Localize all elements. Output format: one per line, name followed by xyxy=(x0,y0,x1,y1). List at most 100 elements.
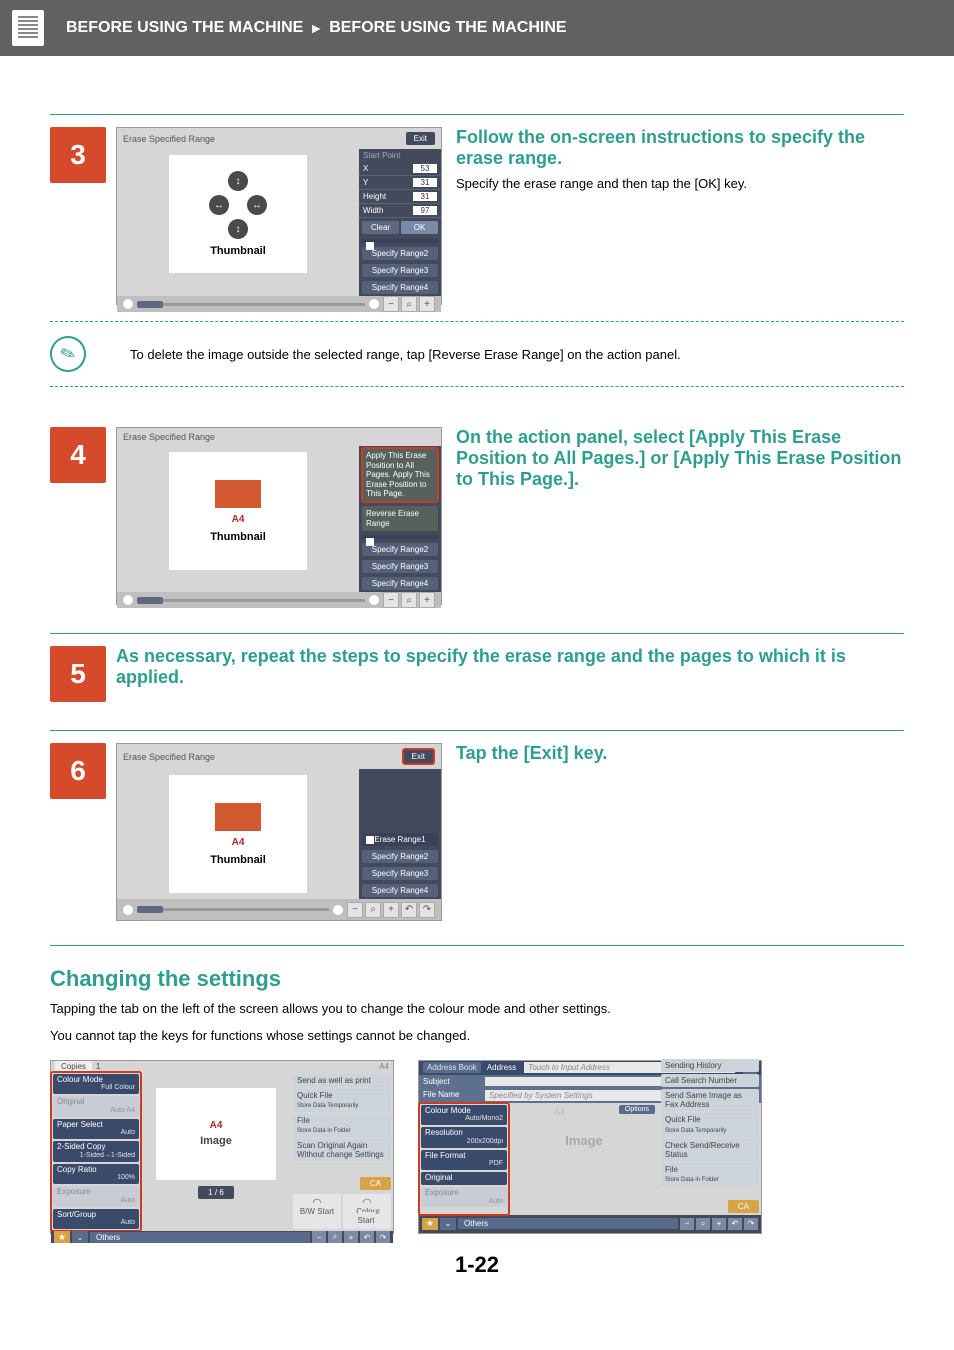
redo-button[interactable]: ↷ xyxy=(419,902,435,918)
redo-button[interactable]: ↷ xyxy=(744,1218,758,1230)
undo-button[interactable]: ↶ xyxy=(401,902,417,918)
others-button[interactable]: Others xyxy=(458,1218,678,1229)
specify-range3[interactable]: Specify Range3 xyxy=(362,560,438,573)
filename-label: File Name xyxy=(423,1090,481,1101)
step-number: 3 xyxy=(50,127,106,183)
step-title: Follow the on-screen instructions to spe… xyxy=(456,127,904,169)
nav-prev-icon[interactable] xyxy=(123,905,133,915)
x-value[interactable]: 53 xyxy=(413,164,437,173)
copies-tab[interactable]: Copies xyxy=(55,1061,92,1072)
ca-button[interactable]: CA xyxy=(728,1200,759,1213)
zoom-out-button[interactable]: − xyxy=(312,1231,326,1243)
specify-range3[interactable]: Specify Range3 xyxy=(362,264,438,277)
exit-button[interactable]: Exit xyxy=(402,748,435,765)
specify-range2[interactable]: Specify Range2 xyxy=(362,850,438,863)
height-label: Height xyxy=(363,192,386,201)
others-button[interactable]: Others xyxy=(90,1232,310,1243)
colour-mode-item[interactable]: Colour ModeAuto/Mono2 xyxy=(421,1105,507,1125)
specify-range1[interactable] xyxy=(362,239,438,243)
zoom-in-button[interactable]: + xyxy=(419,296,435,312)
send-same-image[interactable]: Send Same Image as Fax Address xyxy=(661,1089,759,1111)
width-value[interactable]: 97 xyxy=(413,206,437,215)
original-item[interactable]: Original xyxy=(421,1172,507,1185)
thumbnail-label: Thumbnail xyxy=(210,531,266,543)
page-slider[interactable] xyxy=(137,908,329,911)
send-as-print[interactable]: Send as well as print xyxy=(293,1074,391,1087)
scan-again[interactable]: Scan Original Again Without change Setti… xyxy=(293,1139,391,1161)
specify-range1[interactable] xyxy=(362,535,438,539)
step-3: 3 Erase Specified Range Exit ↕ ↔↔ xyxy=(50,114,904,305)
apply-erase-action[interactable]: Apply This Erase Position to All Pages. … xyxy=(362,448,438,502)
zoom-icon[interactable]: ⌕ xyxy=(328,1231,342,1243)
height-value[interactable]: 31 xyxy=(413,192,437,201)
screenshot-step6: Erase Specified Range Exit A4 Thumbnail xyxy=(116,743,442,921)
zoom-in-button[interactable]: + xyxy=(383,902,399,918)
screenshot-scan-settings: Address Book Address Touch to Input Addr… xyxy=(418,1060,762,1234)
file-store[interactable]: FileStore Data in Folder xyxy=(293,1114,391,1137)
paper-select-item[interactable]: Paper SelectAuto xyxy=(53,1119,139,1139)
specify-range4[interactable]: Specify Range4 xyxy=(362,884,438,897)
y-value[interactable]: 31 xyxy=(413,178,437,187)
copy-ratio-item[interactable]: Copy Ratio100% xyxy=(53,1164,139,1184)
shot-title: Erase Specified Range xyxy=(123,432,215,442)
zoom-icon[interactable]: ⌕ xyxy=(365,902,381,918)
specify-range4[interactable]: Specify Range4 xyxy=(362,281,438,294)
specify-range4[interactable]: Specify Range4 xyxy=(362,577,438,590)
zoom-out-button[interactable]: − xyxy=(347,902,363,918)
resolution-item[interactable]: Resolution200x200dpi xyxy=(421,1127,507,1147)
nav-prev-icon[interactable] xyxy=(123,595,133,605)
ca-button[interactable]: CA xyxy=(360,1177,391,1190)
zoom-out-button[interactable]: − xyxy=(383,592,399,608)
options-button[interactable]: Options xyxy=(619,1105,655,1114)
nav-next-icon[interactable] xyxy=(369,595,379,605)
zoom-out-button[interactable]: − xyxy=(383,296,399,312)
zoom-icon[interactable]: ⌕ xyxy=(401,296,417,312)
file-store[interactable]: FileStore Data in Folder xyxy=(661,1163,759,1186)
quick-file[interactable]: Quick FileStore Data Temporarily xyxy=(661,1113,759,1136)
specify-range3[interactable]: Specify Range3 xyxy=(362,867,438,880)
original-item: OriginalAuto A4 xyxy=(53,1096,139,1116)
nav-next-icon[interactable] xyxy=(333,905,343,915)
undo-button[interactable]: ↶ xyxy=(728,1218,742,1230)
undo-button[interactable]: ↶ xyxy=(360,1231,374,1243)
ok-button[interactable]: OK xyxy=(401,221,438,234)
exposure-item: ExposureAuto xyxy=(53,1186,139,1206)
quick-file[interactable]: Quick FileStore Data Temporarily xyxy=(293,1089,391,1112)
redo-button[interactable]: ↷ xyxy=(376,1231,390,1243)
zoom-icon[interactable]: ⌕ xyxy=(696,1218,710,1230)
zoom-in-button[interactable]: + xyxy=(712,1218,726,1230)
preview-footer: −⌕+ xyxy=(117,592,441,608)
call-search-number[interactable]: Call Search Number xyxy=(661,1074,759,1087)
reverse-erase-action[interactable]: Reverse Erase Range xyxy=(362,506,438,531)
exit-button[interactable]: Exit xyxy=(406,132,435,145)
nav-prev-icon[interactable] xyxy=(123,299,133,309)
two-sided-copy-item[interactable]: 2-Sided Copy1-Sided→1-Sided xyxy=(53,1141,139,1161)
page-slider[interactable] xyxy=(137,303,365,306)
shot-title: Erase Specified Range xyxy=(123,134,215,144)
erase-range1[interactable]: Erase Range1 xyxy=(362,833,438,846)
colour-start-button[interactable]: ◯Colour Start xyxy=(343,1194,391,1229)
a4-label: A4 xyxy=(232,514,245,525)
sending-history[interactable]: Sending History xyxy=(661,1059,759,1072)
section-body: Tapping the tab on the left of the scree… xyxy=(50,1000,904,1046)
favourite-icon[interactable]: ★ xyxy=(422,1218,438,1230)
page-slider[interactable] xyxy=(137,599,365,602)
nav-next-icon[interactable] xyxy=(369,299,379,309)
step-title: Tap the [Exit] key. xyxy=(456,743,904,764)
clear-button[interactable]: Clear xyxy=(362,221,399,234)
favourite-icon[interactable]: ★ xyxy=(54,1231,70,1243)
colour-mode-item[interactable]: Colour ModeFull Colour xyxy=(53,1074,139,1094)
file-format-item[interactable]: File FormatPDF xyxy=(421,1150,507,1170)
zoom-out-button[interactable]: − xyxy=(680,1218,694,1230)
sort-group-item[interactable]: Sort/GroupAuto xyxy=(53,1209,139,1229)
note-reverse-erase: ✎ To delete the image outside the select… xyxy=(50,321,904,387)
expand-icon[interactable]: ⌄ xyxy=(72,1231,88,1243)
bw-start-button[interactable]: ◯B/W Start xyxy=(293,1194,341,1229)
zoom-in-button[interactable]: + xyxy=(344,1231,358,1243)
zoom-icon[interactable]: ⌕ xyxy=(401,592,417,608)
zoom-in-button[interactable]: + xyxy=(419,592,435,608)
expand-icon[interactable]: ⌄ xyxy=(440,1218,456,1230)
check-send-status[interactable]: Check Send/Receive Status xyxy=(661,1139,759,1161)
address-book-tab[interactable]: Address Book xyxy=(423,1062,481,1073)
subject-label: Subject xyxy=(423,1077,481,1086)
